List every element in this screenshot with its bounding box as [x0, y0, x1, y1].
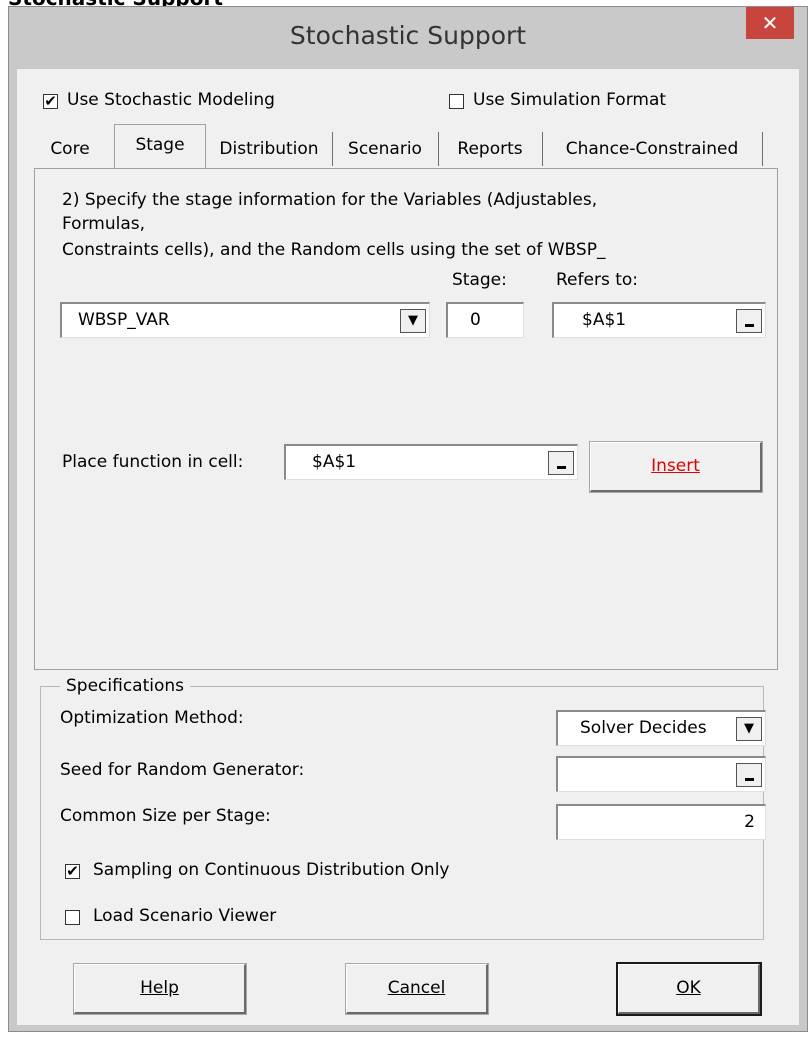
refers-to-label: Refers to:: [556, 270, 638, 290]
use-simulation-format-label[interactable]: Use Simulation Format: [473, 90, 666, 110]
load-scenario-viewer-label[interactable]: Load Scenario Viewer: [93, 906, 276, 926]
use-simulation-format-checkbox[interactable]: [449, 94, 464, 109]
refers-to-input[interactable]: $A$1: [552, 302, 766, 338]
tab-stage[interactable]: Stage: [114, 124, 206, 168]
checkmark-icon: ✔: [44, 92, 57, 110]
ok-button[interactable]: OK: [616, 962, 762, 1016]
instruction-line-3: Constraints cells), and the Random cells…: [62, 240, 606, 260]
tab-chance-constrained[interactable]: Chance-Constrained: [542, 132, 763, 166]
tab-core[interactable]: Core: [26, 132, 115, 166]
optimization-method-value: Solver Decides: [580, 718, 707, 738]
stage-input[interactable]: 0: [446, 302, 524, 338]
dialog-title: Stochastic Support: [289, 21, 527, 50]
wbsp-function-value: WBSP_VAR: [78, 310, 170, 330]
optimization-method-select[interactable]: Solver Decides ▼: [556, 710, 766, 746]
chevron-down-icon[interactable]: ▼: [736, 717, 762, 741]
sampling-continuous-checkbox[interactable]: ✔: [65, 864, 80, 879]
insert-button[interactable]: Insert: [589, 441, 763, 493]
common-size-label: Common Size per Stage:: [60, 806, 271, 826]
place-function-input[interactable]: $A$1: [284, 444, 578, 480]
load-scenario-viewer-checkbox[interactable]: [65, 910, 80, 925]
place-function-label: Place function in cell:: [62, 452, 244, 472]
seed-input[interactable]: [556, 756, 766, 792]
collapse-dialog-icon[interactable]: [736, 763, 762, 787]
chevron-down-icon[interactable]: ▼: [400, 309, 426, 333]
specifications-legend: Specifications: [60, 676, 191, 696]
help-button-label: Help: [140, 978, 179, 998]
help-button[interactable]: Help: [73, 963, 247, 1015]
optimization-method-label: Optimization Method:: [60, 708, 244, 728]
ok-button-label: OK: [676, 978, 701, 998]
cancel-button-label: Cancel: [387, 978, 446, 998]
use-stochastic-modeling-checkbox[interactable]: ✔: [43, 94, 58, 109]
common-size-input[interactable]: 2: [556, 804, 766, 840]
collapse-dialog-icon[interactable]: [548, 451, 574, 475]
seed-label: Seed for Random Generator:: [60, 760, 305, 780]
use-stochastic-modeling-label[interactable]: Use Stochastic Modeling: [67, 90, 275, 110]
refers-to-value: $A$1: [582, 310, 627, 330]
close-icon: ✕: [761, 11, 779, 35]
common-size-value: 2: [744, 812, 755, 832]
place-function-value: $A$1: [312, 452, 357, 472]
instruction-line-1: 2) Specify the stage information for the…: [62, 190, 598, 210]
wbsp-function-select[interactable]: WBSP_VAR ▼: [60, 302, 430, 338]
tab-reports[interactable]: Reports: [438, 132, 543, 166]
checkmark-icon: ✔: [66, 862, 79, 880]
tab-scenario[interactable]: Scenario: [332, 132, 439, 166]
insert-button-label: Insert: [651, 456, 700, 476]
stage-value: 0: [470, 310, 481, 330]
sampling-continuous-label[interactable]: Sampling on Continuous Distribution Only: [93, 860, 450, 880]
cancel-button[interactable]: Cancel: [345, 963, 489, 1015]
collapse-dialog-icon[interactable]: [736, 309, 762, 333]
instruction-line-2: Formulas,: [62, 214, 145, 234]
close-button[interactable]: ✕: [746, 7, 794, 39]
title-bar[interactable]: Stochastic Support ✕: [9, 7, 807, 69]
tab-strip: Core Stage Distribution Scenario Reports…: [26, 124, 772, 168]
tab-distribution[interactable]: Distribution: [206, 132, 333, 166]
stage-label: Stage:: [452, 270, 507, 290]
